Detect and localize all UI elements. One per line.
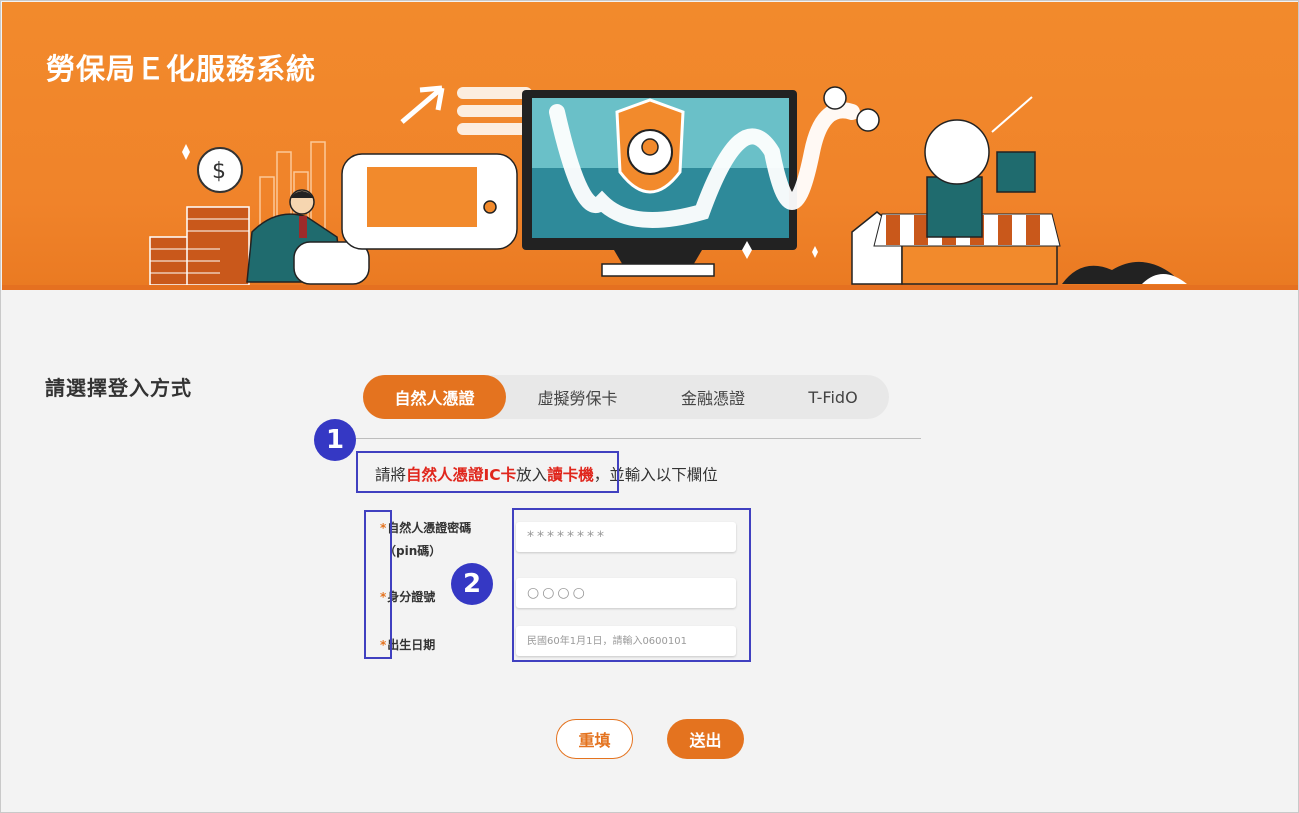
annotation-box-instruction [356, 451, 619, 493]
pin-label: *自然人憑證密碼 [380, 519, 471, 536]
page-frame: $ 勞保局Ｅ化服務系統 請選擇登入方式 自然人憑證 虛擬勞保卡 金融憑證 T-F… [0, 0, 1299, 813]
tab-divider [353, 438, 921, 439]
annotation-box-fields [512, 508, 751, 662]
annotation-badge-1: 1 [314, 419, 356, 461]
submit-button[interactable]: 送出 [667, 719, 744, 759]
dob-label-text: 出生日期 [387, 638, 436, 652]
banner-bottom-stripe [2, 285, 1298, 290]
pin-label-suffix: （pin碼） [384, 544, 442, 558]
login-method-tabs: 自然人憑證 虛擬勞保卡 金融憑證 T-FidO [363, 375, 889, 419]
annotation-box-required-marks [364, 510, 392, 659]
choose-login-label: 請選擇登入方式 [45, 376, 192, 400]
svg-text:$: $ [212, 159, 226, 184]
tab-financial-certificate[interactable]: 金融憑證 [649, 375, 777, 419]
annotation-badge-2: 2 [451, 563, 493, 605]
reset-button[interactable]: 重填 [556, 719, 633, 759]
header-banner: $ 勞保局Ｅ化服務系統 [2, 2, 1298, 288]
system-title: 勞保局Ｅ化服務系統 [46, 52, 317, 86]
tab-citizen-certificate[interactable]: 自然人憑證 [363, 375, 506, 419]
tab-virtual-labor-card[interactable]: 虛擬勞保卡 [506, 375, 649, 419]
id-label-text: 身分證號 [387, 590, 436, 604]
banner-illustration: $ [149, 85, 1187, 286]
tab-t-fido[interactable]: T-FidO [777, 375, 889, 419]
pin-label-text: 自然人憑證密碼 [387, 521, 472, 535]
